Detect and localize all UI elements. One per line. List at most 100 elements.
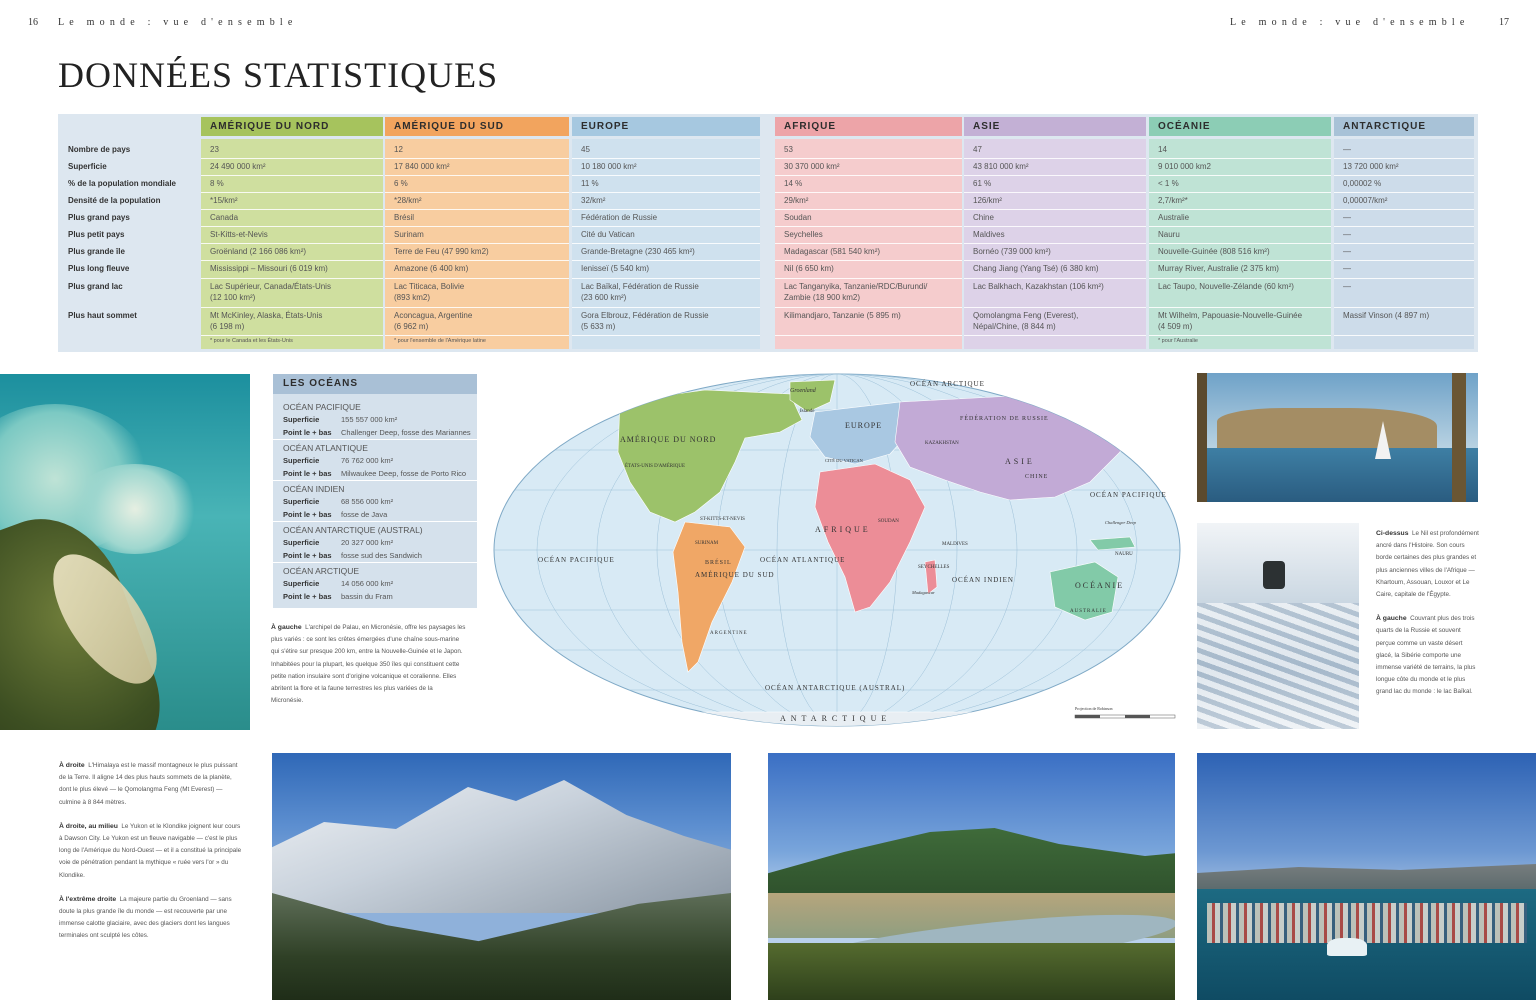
table-cell: Qomolangma Feng (Everest), Népal/Chine, … xyxy=(973,311,1079,331)
label-europe: EUROPE xyxy=(845,421,882,430)
table-cell: 61 % xyxy=(973,179,992,188)
label-seychelles: SEYCHELLES xyxy=(918,565,950,570)
table-cell: — xyxy=(1343,282,1351,291)
row-divider xyxy=(1149,226,1331,227)
row-divider xyxy=(775,260,962,261)
label-afrique: AFRIQUE xyxy=(815,525,871,534)
statistics-table: Nombre de pays Superficie % de la populati… xyxy=(58,114,1478,352)
row-divider xyxy=(964,335,1146,336)
table-cell: Lac Baïkal, Fédération de Russie (23 600… xyxy=(581,282,699,302)
table-cell: 0,00007/km² xyxy=(1343,196,1388,205)
caption-paragraph: À droite, au milieu Le Yukon et le Klond… xyxy=(59,821,244,882)
ocean-entry: OCÉAN INDIEN Superficie 68 556 000 km² Poin… xyxy=(283,484,475,520)
map-scale-bar xyxy=(1074,714,1176,719)
row-divider xyxy=(1334,243,1474,244)
row-label: Plus long fleuve xyxy=(68,264,130,273)
table-cell: Mt Wilhelm, Papouasie-Nouvelle-Guinée (4… xyxy=(1158,311,1303,331)
row-divider xyxy=(572,335,760,336)
row-divider xyxy=(385,192,569,193)
table-cell: Lac Supérieur, Canada/États-Unis (12 100… xyxy=(210,282,331,302)
row-label: Densité de la population xyxy=(68,196,161,205)
caption-paragraph: À l'extrême droite La majeure partie du … xyxy=(59,894,244,943)
row-divider xyxy=(1149,192,1331,193)
palau-island-photo xyxy=(0,374,250,730)
world-map: OCÉAN ARCTIQUE Groenland Islande AMÉRIQU… xyxy=(493,373,1181,727)
row-divider xyxy=(572,278,760,279)
column-header: AFRIQUE xyxy=(775,117,962,136)
table-cell: 14 xyxy=(1158,145,1167,154)
label-ocean-pacifique-east: OCÉAN PACIFIQUE xyxy=(1090,491,1167,499)
label-ocean-antarctique: OCÉAN ANTARCTIQUE (AUSTRAL) xyxy=(765,684,905,692)
table-cell: Mt McKinley, Alaska, États-Unis (6 198 m… xyxy=(210,311,323,331)
bottom-left-captions: À droite L'Himalaya est le massif montag… xyxy=(59,760,244,943)
table-cell: Lac Taupo, Nouvelle-Zélande (60 km²) xyxy=(1158,282,1294,291)
row-divider xyxy=(1149,158,1331,159)
left-page-number: 16 xyxy=(28,17,38,28)
row-divider xyxy=(964,307,1146,308)
ocean-area-label: Superficie xyxy=(283,456,320,465)
table-cell: 10 180 000 km² xyxy=(581,162,637,171)
ocean-depth-label: Point le + bas xyxy=(283,469,332,478)
label-ocean-pacifique-west: OCÉAN PACIFIQUE xyxy=(538,556,615,564)
table-cell: 14 % xyxy=(784,179,803,188)
row-divider xyxy=(964,209,1146,210)
column-header: EUROPE xyxy=(572,117,760,136)
table-cell: 9 010 000 km2 xyxy=(1158,162,1211,171)
table-cell: Aconcagua, Argentine (6 962 m) xyxy=(394,311,473,331)
row-divider xyxy=(1334,307,1474,308)
label-amerique-du-nord: AMÉRIQUE DU NORD xyxy=(620,434,716,444)
nile-photo xyxy=(1197,373,1478,502)
caption-lead: À droite xyxy=(59,762,85,769)
row-divider xyxy=(572,209,760,210)
ocean-name: OCÉAN ANTARCTIQUE (AUSTRAL) xyxy=(283,525,423,535)
table-cell: Ienisseï (5 540 km) xyxy=(581,264,650,273)
row-divider xyxy=(572,260,760,261)
row-divider xyxy=(775,158,962,159)
label-asie: ASIE xyxy=(1005,457,1035,466)
row-divider xyxy=(775,243,962,244)
table-cell: *15/km² xyxy=(210,196,238,205)
label-challenger-deep: Challenger Deep xyxy=(1105,520,1137,525)
label-maldives: MALDIVES xyxy=(942,542,968,547)
row-divider xyxy=(385,335,569,336)
row-divider xyxy=(1334,226,1474,227)
caption-right-column: Ci-dessus Le Nil est profondément ancré … xyxy=(1376,528,1480,711)
left-running-title: Le monde : vue d'ensemble xyxy=(58,17,298,28)
row-divider xyxy=(201,335,383,336)
right-page-number: 17 xyxy=(1499,17,1509,28)
column-header: AMÉRIQUE DU NORD xyxy=(201,117,383,136)
ocean-area: 68 556 000 km² xyxy=(341,497,394,506)
label-projection: Projection de Robinson xyxy=(1075,706,1113,711)
table-cell: 13 720 000 km² xyxy=(1343,162,1399,171)
table-cell: Canada xyxy=(210,213,239,222)
label-nauru: NAURU xyxy=(1115,552,1133,557)
page-title: DONNÉES STATISTIQUES xyxy=(58,55,499,95)
table-cell: Cité du Vatican xyxy=(581,230,635,239)
ocean-name: OCÉAN ATLANTIQUE xyxy=(283,443,368,453)
label-ocean-atlantique: OCÉAN ATLANTIQUE xyxy=(760,556,845,564)
caption-lead: À gauche xyxy=(1376,615,1407,623)
row-divider xyxy=(1149,335,1331,336)
caption-lead: À l'extrême droite xyxy=(59,895,117,903)
table-cell: 2,7/km²* xyxy=(1158,196,1188,205)
ocean-depth-label: Point le + bas xyxy=(283,551,332,560)
table-cell: 29/km² xyxy=(784,196,809,205)
ocean-divider xyxy=(273,562,477,563)
row-divider xyxy=(964,192,1146,193)
table-cell: Seychelles xyxy=(784,230,823,239)
ocean-name: OCÉAN INDIEN xyxy=(283,484,345,494)
table-cell: — xyxy=(1343,145,1351,154)
ocean-area: 20 327 000 km² xyxy=(341,538,394,547)
ocean-entry: OCÉAN ARCTIQUE Superficie 14 056 000 km² Po… xyxy=(283,566,475,602)
row-divider xyxy=(572,307,760,308)
caption-paragraph: À gauche Couvrant plus des trois quarts … xyxy=(1376,613,1480,698)
himalaya-photo xyxy=(272,753,731,1000)
column-footnote: * pour l'Australie xyxy=(1158,338,1198,344)
caption-bottom-left: À droite L'Himalaya est le massif montag… xyxy=(59,760,244,955)
ocean-depth-label: Point le + bas xyxy=(283,510,332,519)
row-divider xyxy=(1334,175,1474,176)
column-body: 45 10 180 000 km² 11 % 32/km² Fédération de … xyxy=(572,139,760,349)
table-cell: Groënland (2 166 086 km²) xyxy=(210,247,307,256)
table-cell: St-Kitts-et-Nevis xyxy=(210,230,268,239)
ocean-name: OCÉAN ARCTIQUE xyxy=(283,566,360,576)
